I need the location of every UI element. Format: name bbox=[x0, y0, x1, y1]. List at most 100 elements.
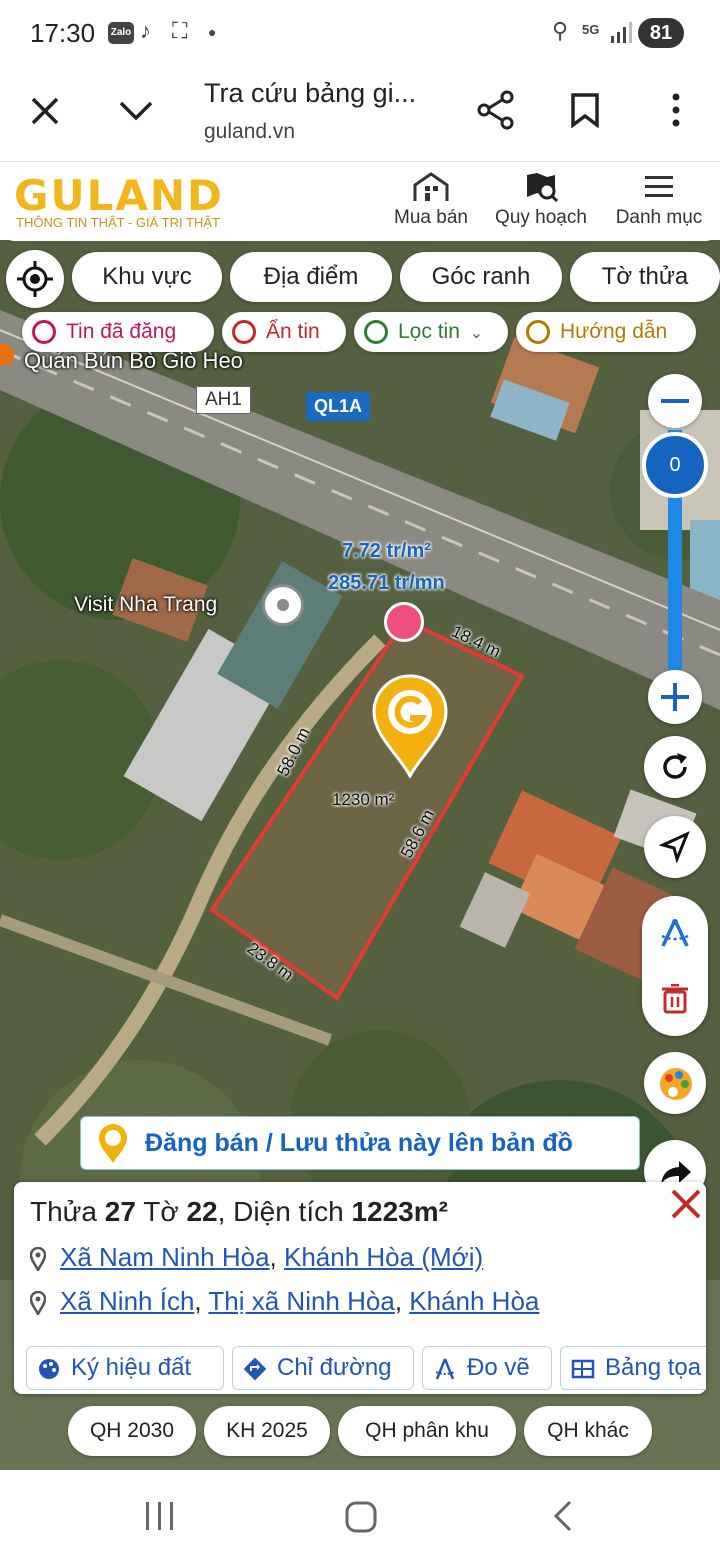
guland-marker-icon[interactable] bbox=[370, 674, 450, 778]
page-url: guland.vn bbox=[204, 120, 296, 143]
close-circle-icon bbox=[232, 320, 256, 344]
chip-to-thua[interactable]: Tờ thửa bbox=[570, 252, 720, 302]
refresh-icon bbox=[663, 753, 687, 779]
palette-icon bbox=[660, 1068, 692, 1100]
filter-label: Tin đã đăng bbox=[66, 320, 177, 343]
measure-tools-group bbox=[642, 896, 708, 1036]
zoom-in-button[interactable] bbox=[648, 670, 702, 724]
parcel-prefix: Thửa bbox=[30, 1196, 105, 1227]
directions-button[interactable]: Chỉ đường bbox=[232, 1346, 414, 1390]
chip-dia-diem[interactable]: Địa điểm bbox=[230, 252, 392, 302]
trash-icon[interactable] bbox=[661, 984, 689, 1014]
share-icon[interactable] bbox=[476, 90, 516, 130]
dot-icon: ● bbox=[208, 24, 217, 40]
play-circle-icon bbox=[526, 320, 550, 344]
location-icon: ⚲ bbox=[552, 18, 569, 43]
signal-icon bbox=[611, 22, 632, 43]
bookmark-icon[interactable] bbox=[570, 92, 600, 128]
province-link-old[interactable]: Khánh Hòa bbox=[409, 1286, 539, 1316]
nav-label: Quy hoạch bbox=[495, 207, 587, 228]
zoom-slider-handle[interactable]: 0 bbox=[642, 432, 708, 498]
status-bar: 17:30 Zalo ♪ ⛶ ● ⚲ 5G 81 bbox=[0, 0, 720, 66]
nav-label: Danh mục bbox=[615, 207, 703, 228]
table-icon bbox=[571, 1359, 595, 1379]
coordinate-table-button[interactable]: Bảng tọa bbox=[560, 1346, 706, 1390]
more-vertical-icon[interactable] bbox=[670, 92, 682, 128]
home-icon[interactable] bbox=[344, 1500, 378, 1534]
page-title: Tra cứu bảng gi... bbox=[204, 78, 417, 108]
map-search-icon bbox=[527, 173, 559, 203]
close-icon[interactable] bbox=[30, 96, 60, 126]
area-value: 1223m² bbox=[351, 1196, 448, 1227]
filter-huong-dan[interactable]: Hướng dẫn bbox=[516, 312, 696, 352]
area-label: 1230 m² bbox=[332, 790, 395, 809]
filter-an-tin[interactable]: Ẩn tin bbox=[222, 312, 346, 352]
chip-qh-phan-khu[interactable]: QH phân khu bbox=[338, 1406, 516, 1456]
action-label: Chỉ đường bbox=[277, 1354, 392, 1381]
price-per-m2-label: 7.72 tr/m² bbox=[342, 540, 431, 562]
poi-label-visit[interactable]: Visit Nha Trang bbox=[74, 593, 217, 617]
close-card-icon[interactable] bbox=[670, 1188, 702, 1220]
sheet-number: 22 bbox=[186, 1196, 218, 1227]
post-sale-banner[interactable]: Đăng bán / Lưu thửa này lên bản đồ bbox=[80, 1116, 640, 1170]
filter-label: Ẩn tin bbox=[266, 320, 320, 343]
parcel-headline: Thửa 27 Tờ 22, Diện tích 1223m² bbox=[30, 1196, 448, 1228]
commune-link-new[interactable]: Xã Nam Ninh Hòa bbox=[60, 1242, 270, 1272]
chevron-down-icon[interactable] bbox=[118, 98, 154, 124]
filter-label: Lọc tin bbox=[398, 320, 460, 343]
user-icon bbox=[32, 320, 56, 344]
tiktok-icon: ♪ bbox=[140, 18, 151, 43]
directions-icon bbox=[243, 1357, 267, 1381]
back-icon[interactable] bbox=[552, 1500, 574, 1532]
guland-logo[interactable]: GULAND bbox=[14, 171, 224, 220]
road-badge-ql1a: QL1A bbox=[306, 392, 371, 421]
province-link-new[interactable]: Khánh Hòa (Mới) bbox=[284, 1242, 483, 1272]
land-symbol-button[interactable]: Ký hiệu đất bbox=[26, 1346, 224, 1390]
sheet-prefix: Tờ bbox=[135, 1196, 187, 1227]
action-label: Đo vẽ bbox=[467, 1354, 530, 1381]
menu-icon bbox=[645, 176, 673, 197]
chip-kh-2025[interactable]: KH 2025 bbox=[204, 1406, 330, 1456]
measure-icon bbox=[435, 1358, 455, 1380]
navigate-button[interactable] bbox=[644, 816, 706, 878]
chip-goc-ranh[interactable]: Góc ranh bbox=[400, 252, 562, 302]
nav-danh-muc[interactable]: Danh mục bbox=[610, 171, 708, 229]
banner-label: Đăng bán / Lưu thửa này lên bản đồ bbox=[145, 1129, 573, 1157]
tagline: THÔNG TIN THẬT - GIÁ TRỊ THẬT bbox=[16, 215, 220, 230]
road-badge-ah1: AH1 bbox=[196, 386, 251, 414]
nav-quy-hoach[interactable]: Quy hoạch bbox=[490, 171, 592, 229]
palette-icon bbox=[39, 1359, 59, 1379]
battery-indicator: 81 bbox=[638, 18, 684, 48]
measure-compass-icon[interactable] bbox=[658, 916, 692, 950]
commune-link-old[interactable]: Xã Ninh Ích bbox=[60, 1286, 194, 1316]
site-header: GULAND THÔNG TIN THẬT - GIÁ TRỊ THẬT Mua… bbox=[0, 163, 720, 241]
district-link-old[interactable]: Thị xã Ninh Hòa bbox=[208, 1286, 394, 1316]
address-new: Xã Nam Ninh Hòa, Khánh Hòa (Mới) bbox=[30, 1242, 483, 1273]
location-pin-icon bbox=[30, 1247, 46, 1272]
parcel-info-card: Thửa 27 Tờ 22, Diện tích 1223m² Xã Nam N… bbox=[14, 1182, 706, 1394]
filter-tin-da-dang[interactable]: Tin đã đăng bbox=[22, 312, 214, 352]
system-navigation-bar bbox=[0, 1470, 720, 1560]
nav-mua-ban[interactable]: Mua bán bbox=[390, 171, 472, 229]
guland-pin-icon bbox=[99, 1124, 127, 1163]
locate-me-button[interactable] bbox=[6, 250, 64, 308]
recent-apps-icon[interactable] bbox=[144, 1500, 176, 1532]
layer-style-button[interactable] bbox=[644, 1052, 706, 1114]
measure-button[interactable]: Đo vẽ bbox=[422, 1346, 552, 1390]
navigation-arrow-icon bbox=[659, 831, 690, 863]
poi-visit-icon[interactable] bbox=[262, 584, 304, 626]
price-marker-dot[interactable] bbox=[384, 602, 424, 642]
plus-icon bbox=[661, 683, 689, 711]
nav-label: Mua bán bbox=[394, 207, 468, 228]
browser-toolbar: Tra cứu bảng gi... guland.vn bbox=[0, 66, 720, 162]
filter-label: Hướng dẫn bbox=[560, 320, 668, 343]
crosshair-icon bbox=[17, 261, 53, 297]
chip-qh-2030[interactable]: QH 2030 bbox=[68, 1406, 196, 1456]
network-label: 5G bbox=[582, 22, 600, 37]
zoom-out-button[interactable] bbox=[648, 374, 702, 428]
minus-icon bbox=[661, 399, 689, 403]
filter-loc-tin[interactable]: Lọc tin ⌄ bbox=[354, 312, 508, 352]
chip-qh-khac[interactable]: QH khác bbox=[524, 1406, 652, 1456]
chip-khu-vuc[interactable]: Khu vực bbox=[72, 252, 222, 302]
refresh-button[interactable] bbox=[644, 736, 706, 798]
